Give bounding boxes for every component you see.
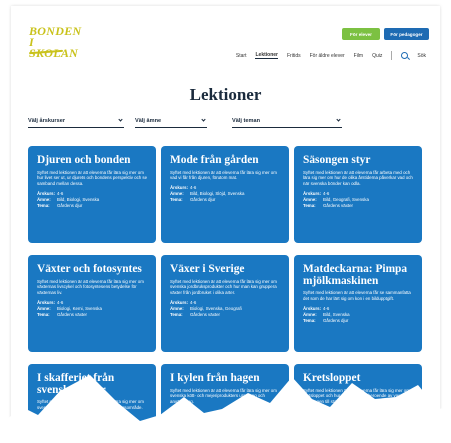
main-nav: Start Lektioner Fritids För äldre elever…: [236, 51, 426, 60]
lesson-title: Växer i Sverige: [170, 263, 245, 275]
theme-value: Gårdens djur: [323, 317, 349, 323]
grade-filter-select[interactable]: Välj årskurser: [28, 116, 124, 128]
teachers-button[interactable]: För pedagoger: [384, 28, 429, 40]
lesson-title: Växter och fotosyntes: [37, 263, 142, 275]
lesson-theme: Tema: Gårdens växter: [170, 312, 281, 318]
theme-filter-select[interactable]: Välj teman: [232, 116, 342, 128]
lesson-description: Syftet med lektionen är att eleverna får…: [170, 278, 277, 296]
lesson-title: Säsongen styr: [303, 154, 371, 166]
theme-label: Tema:: [37, 311, 50, 317]
nav-item-aldre-elever[interactable]: För äldre elever: [310, 53, 345, 59]
lesson-card[interactable]: Matdeckarna: Pimpa mjölkmaskinen Syftet …: [294, 255, 422, 352]
search-icon[interactable]: [401, 52, 409, 59]
theme-label: Tema:: [170, 311, 183, 317]
theme-filter-label: Välj teman: [232, 117, 260, 124]
chevron-down-icon: [118, 117, 123, 122]
lesson-description: Syftet med lektionen är att eleverna får…: [37, 278, 144, 296]
lesson-card[interactable]: Växter och fotosyntes Syftet med lektion…: [28, 255, 156, 352]
logo-line-2: I SKOLAN: [29, 35, 79, 60]
lesson-description: Syftet med lektionen är att eleverna får…: [303, 290, 411, 301]
nav-item-quiz[interactable]: Quiz: [372, 53, 382, 59]
theme-value: Gårdens djur: [190, 197, 216, 203]
lesson-theme: Tema: Gårdens djur: [37, 203, 148, 209]
site-logo[interactable]: BONDEN I SKOLAN: [28, 24, 82, 60]
students-button[interactable]: För elever: [342, 28, 380, 40]
grade-filter-label: Välj årskurser: [28, 117, 66, 124]
subject-filter-label: Välj ämne: [135, 117, 162, 124]
chevron-down-icon: [336, 117, 341, 122]
lesson-description: Syftet med lektionen är att eleverna får…: [37, 169, 148, 187]
lesson-theme: Tema: Gårdens djur: [303, 318, 414, 324]
theme-value: Gårdens växter: [190, 311, 221, 317]
lesson-theme: Tema: Gårdens växter: [303, 203, 414, 209]
theme-value: Gårdens djur: [57, 202, 83, 208]
page-title: Lektioner: [189, 85, 262, 104]
theme-value: Gårdens växter: [323, 202, 354, 208]
theme-label: Tema:: [37, 202, 50, 208]
logo-line-1: BONDEN: [29, 24, 82, 38]
chevron-down-icon: [201, 117, 206, 122]
nav-item-lektioner[interactable]: Lektioner: [255, 52, 278, 59]
lesson-title: Djuren och bonden: [37, 154, 131, 166]
search-label[interactable]: Sök: [417, 53, 426, 59]
lesson-description: Syftet med lektionen är att eleverna får…: [170, 169, 277, 181]
lesson-description: Syftet med lektionen är att eleverna får…: [303, 169, 413, 187]
theme-label: Tema:: [170, 197, 183, 203]
lesson-card[interactable]: Djuren och bonden Syftet med lektionen ä…: [28, 146, 156, 243]
theme-value: Gårdens växter: [57, 311, 88, 317]
lesson-card[interactable]: Växer i Sverige Syftet med lektionen är …: [161, 255, 289, 352]
lesson-title: Matdeckarna: Pimpa mjölkmaskinen: [303, 263, 408, 287]
lesson-theme: Tema: Gårdens djur: [170, 197, 281, 203]
theme-label: Tema:: [303, 317, 316, 323]
nav-item-film[interactable]: Film: [354, 53, 363, 59]
nav-item-start[interactable]: Start: [236, 53, 247, 59]
nav-divider: [391, 51, 393, 60]
lesson-title: Mode från gården: [170, 154, 259, 166]
lesson-card[interactable]: Mode från gården Syftet med lektionen är…: [161, 146, 289, 243]
lesson-card[interactable]: Säsongen styr Syftet med lektionen är at…: [294, 146, 422, 243]
lesson-theme: Tema: Gårdens växter: [37, 312, 148, 318]
torn-edge-overlay: [0, 375, 451, 443]
theme-label: Tema:: [303, 202, 316, 208]
subject-filter-select[interactable]: Välj ämne: [135, 116, 207, 128]
nav-item-fritids[interactable]: Fritids: [287, 53, 301, 59]
